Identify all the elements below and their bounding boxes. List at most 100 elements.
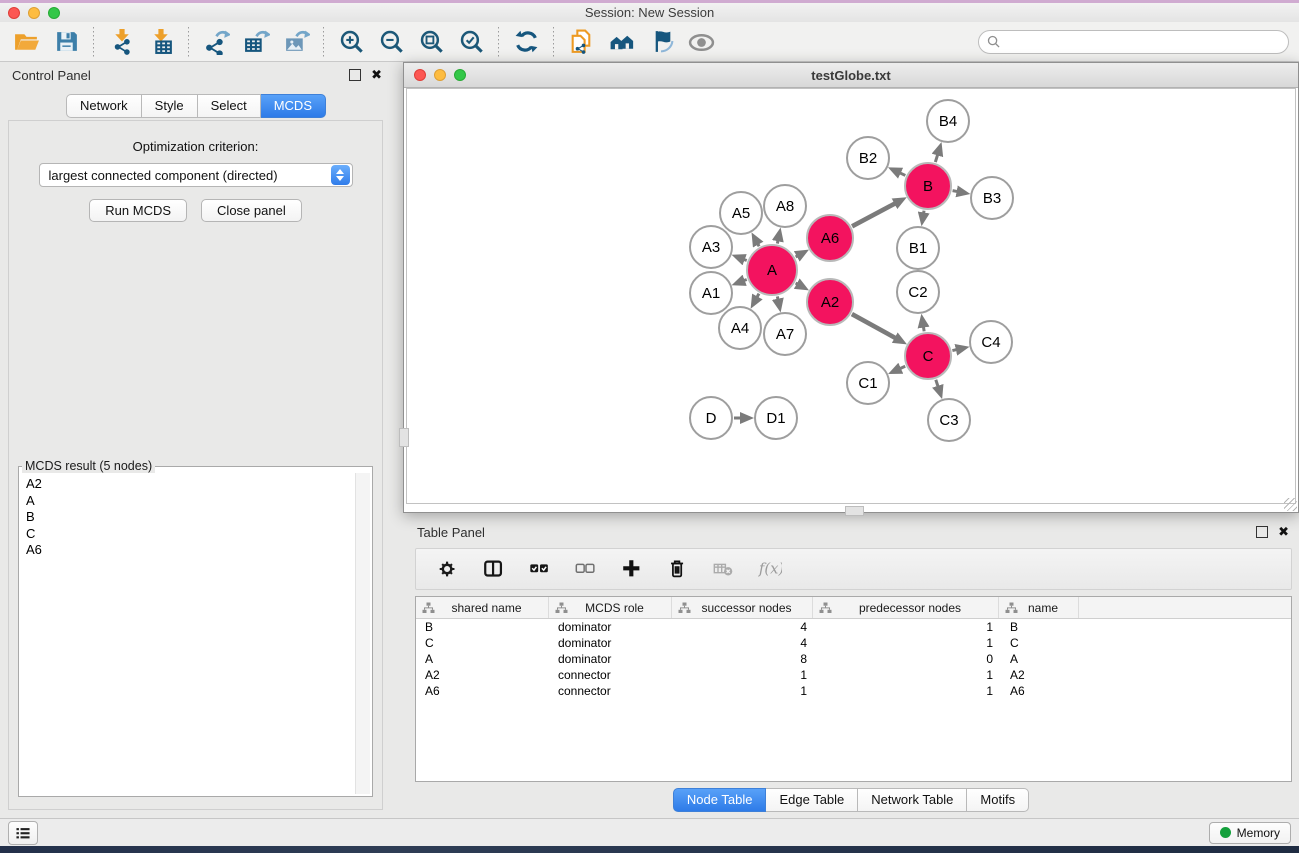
table-cell: A6 — [416, 684, 549, 698]
resize-grip-icon[interactable] — [1284, 498, 1297, 511]
export-table-button[interactable] — [236, 25, 276, 59]
tab-style[interactable]: Style — [142, 94, 198, 118]
deselect-all-rows-button[interactable] — [570, 553, 602, 585]
tab-network-table[interactable]: Network Table — [858, 788, 967, 812]
graph-node-B2[interactable]: B2 — [846, 136, 890, 180]
column-header-successor-nodes[interactable]: successor nodes — [672, 597, 813, 618]
save-session-button[interactable] — [46, 25, 86, 59]
float-table-panel-icon[interactable] — [1256, 526, 1268, 538]
graph-node-D1[interactable]: D1 — [754, 396, 798, 440]
edge-C-C4 — [952, 350, 956, 351]
zoom-out-icon — [378, 28, 405, 55]
table-row[interactable]: Cdominator41C — [416, 635, 1291, 651]
refresh-view-button[interactable] — [506, 25, 546, 59]
mcds-result-item[interactable]: A6 — [26, 542, 355, 559]
close-panel-icon[interactable]: ✖ — [371, 69, 382, 81]
panel-list-button[interactable] — [8, 821, 38, 845]
toolbar-separator — [553, 27, 554, 57]
mcds-result-item[interactable]: C — [26, 526, 355, 543]
table-row[interactable]: Adominator80A — [416, 651, 1291, 667]
graph-node-B[interactable]: B — [904, 162, 952, 210]
graph-node-D[interactable]: D — [689, 396, 733, 440]
memory-status-icon — [1220, 827, 1231, 838]
column-header-shared-name[interactable]: shared name — [416, 597, 549, 618]
save-session-icon — [53, 28, 80, 55]
run-mcds-button[interactable]: Run MCDS — [89, 199, 187, 222]
graph-node-A5[interactable]: A5 — [719, 191, 763, 235]
graph-node-A4[interactable]: A4 — [718, 306, 762, 350]
edge-A-A8 — [777, 240, 778, 243]
graph-node-C3[interactable]: C3 — [927, 398, 971, 442]
import-table-button[interactable] — [141, 25, 181, 59]
graph-node-C[interactable]: C — [904, 332, 952, 380]
delete-column-button[interactable] — [662, 553, 694, 585]
graph-node-A6[interactable]: A6 — [806, 214, 854, 262]
export-network-button[interactable] — [196, 25, 236, 59]
criterion-select[interactable]: largest connected component (directed) — [39, 163, 353, 187]
graph-node-A3[interactable]: A3 — [689, 225, 733, 269]
zoom-in-button[interactable] — [331, 25, 371, 59]
select-stepper-icon — [331, 165, 350, 185]
graph-node-A7[interactable]: A7 — [763, 312, 807, 356]
tab-network[interactable]: Network — [66, 94, 142, 118]
tab-select[interactable]: Select — [198, 94, 261, 118]
graph-node-C2[interactable]: C2 — [896, 270, 940, 314]
network-window-titlebar[interactable]: testGlobe.txt — [404, 63, 1298, 88]
zoom-out-button[interactable] — [371, 25, 411, 59]
close-panel-button[interactable]: Close panel — [201, 199, 302, 222]
tab-node-table[interactable]: Node Table — [673, 788, 767, 812]
function-builder-icon: f(x) — [758, 557, 782, 581]
search-input[interactable] — [1005, 33, 1280, 50]
graph-node-B3[interactable]: B3 — [970, 176, 1014, 220]
close-table-panel-icon[interactable]: ✖ — [1278, 526, 1289, 538]
select-all-rows-button[interactable] — [524, 553, 556, 585]
export-image-button[interactable] — [276, 25, 316, 59]
table-row[interactable]: A6connector11A6 — [416, 683, 1291, 699]
open-session-icon — [13, 28, 40, 55]
search-field[interactable] — [978, 30, 1289, 54]
open-session-button[interactable] — [6, 25, 46, 59]
first-neighbors-button[interactable] — [601, 25, 641, 59]
splitter-handle-vertical[interactable] — [399, 428, 409, 447]
export-table-icon — [243, 28, 270, 55]
column-visibility-button[interactable] — [478, 553, 510, 585]
zoom-selected-button[interactable] — [451, 25, 491, 59]
graph-node-A8[interactable]: A8 — [763, 184, 807, 228]
table-row[interactable]: A2connector11A2 — [416, 667, 1291, 683]
network-canvas[interactable]: B4 B2 B B3 A8A5 A6 A3 B1 A A1 C2 A2 A4A7 C4 C C1 D D1 C3 — [406, 88, 1296, 504]
column-header-MCDS-role[interactable]: MCDS role — [549, 597, 672, 618]
mcds-result-list[interactable]: A2ABCA6 — [21, 473, 355, 794]
table-cell: 1 — [813, 620, 999, 634]
mcds-tab-content: Optimization criterion: largest connecte… — [8, 120, 383, 810]
graph-node-B1[interactable]: B1 — [896, 226, 940, 270]
clone-network-button[interactable] — [561, 25, 601, 59]
add-column-button[interactable] — [616, 553, 648, 585]
zoom-fit-button[interactable] — [411, 25, 451, 59]
memory-button[interactable]: Memory — [1209, 822, 1291, 844]
graph-node-B4[interactable]: B4 — [926, 99, 970, 143]
graph-node-A[interactable]: A — [746, 244, 798, 296]
tab-motifs[interactable]: Motifs — [967, 788, 1029, 812]
graph-node-C1[interactable]: C1 — [846, 361, 890, 405]
column-header-filler — [1079, 597, 1291, 618]
mcds-result-item[interactable]: B — [26, 509, 355, 526]
table-settings-button[interactable] — [432, 553, 464, 585]
column-header-predecessor-nodes[interactable]: predecessor nodes — [813, 597, 999, 618]
mcds-result-item[interactable]: A2 — [26, 476, 355, 493]
table-cell: C — [999, 636, 1079, 650]
import-network-button[interactable] — [101, 25, 141, 59]
column-header-name[interactable]: name — [999, 597, 1079, 618]
graph-node-A1[interactable]: A1 — [689, 271, 733, 315]
tab-mcds[interactable]: MCDS — [261, 94, 326, 118]
graph-node-A2[interactable]: A2 — [806, 278, 854, 326]
splitter-handle-horizontal[interactable] — [845, 506, 864, 516]
hide-selected-button[interactable] — [641, 25, 681, 59]
show-all-button[interactable] — [681, 25, 721, 59]
table-row[interactable]: Bdominator41B — [416, 619, 1291, 635]
graph-node-C4[interactable]: C4 — [969, 320, 1013, 364]
float-panel-icon[interactable] — [349, 69, 361, 81]
result-scrollbar[interactable] — [355, 473, 370, 794]
table-panel: Table Panel ✖ f(x) shared nameMCDS roles… — [403, 520, 1299, 812]
mcds-result-item[interactable]: A — [26, 493, 355, 510]
tab-edge-table[interactable]: Edge Table — [766, 788, 858, 812]
